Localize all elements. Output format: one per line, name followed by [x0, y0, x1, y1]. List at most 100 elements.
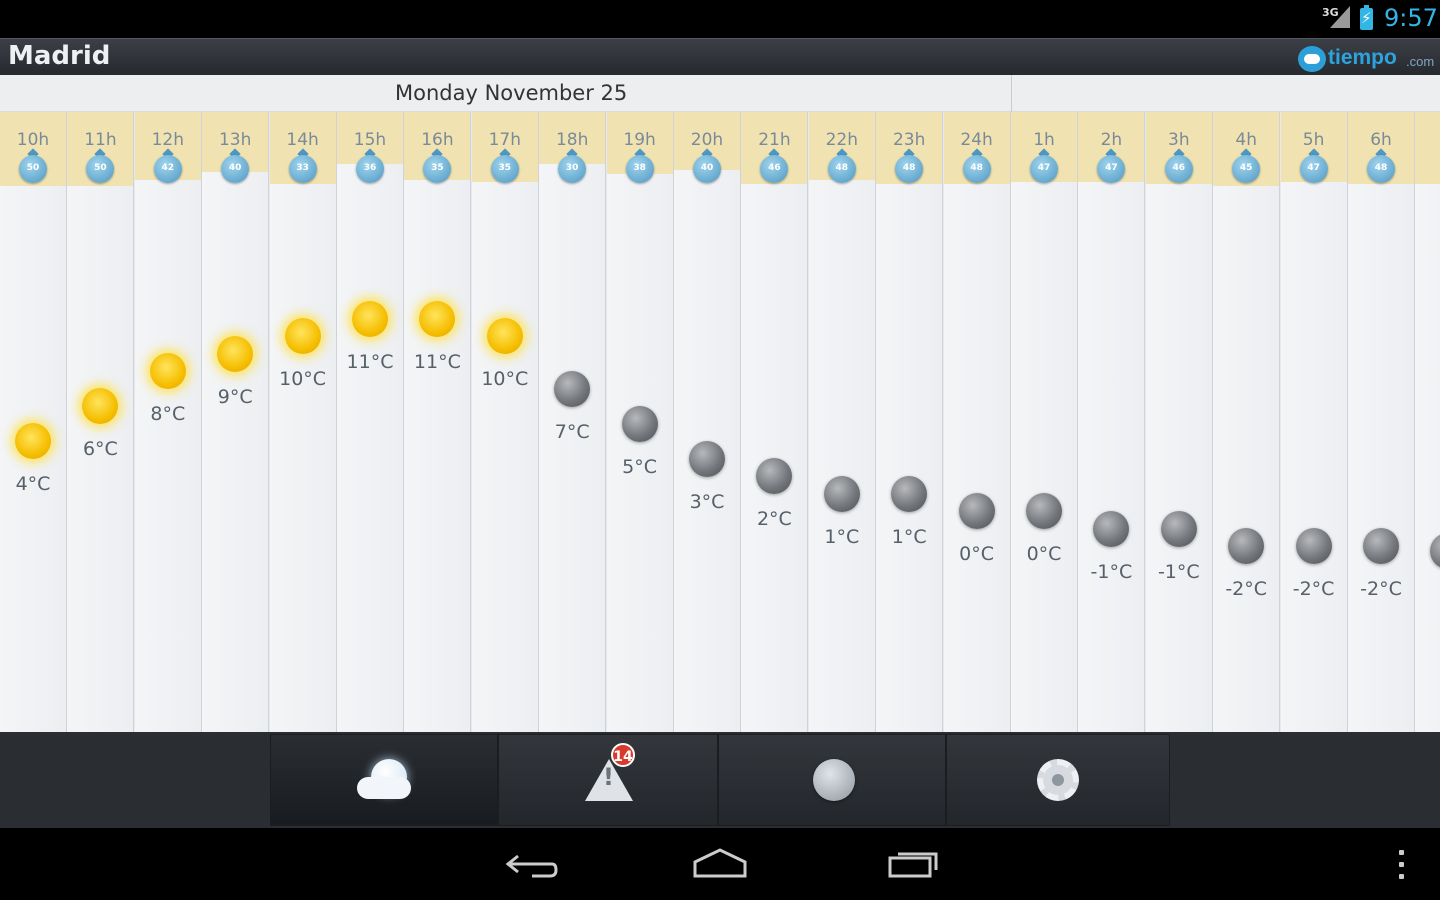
- sun-icon: [486, 318, 523, 354]
- forecast-column[interactable]: 6h 48 -2°C: [1348, 112, 1415, 732]
- wind-direction-icon: 47: [1299, 148, 1328, 183]
- home-icon[interactable]: [690, 844, 750, 884]
- alerts-badge: 14: [611, 743, 635, 767]
- tab-weather[interactable]: [270, 734, 498, 826]
- moon-icon: [1228, 528, 1265, 564]
- hourly-forecast[interactable]: 10h 50 4°C 11h 50 6°C 12h 42 8°C 13h 40 9°C 14h 33 10°…: [0, 112, 1440, 732]
- cloud-icon: [357, 759, 411, 803]
- date-bar: Monday November 25: [0, 75, 1440, 112]
- forecast-column[interactable]: 12h 42 8°C: [134, 112, 202, 732]
- forecast-column[interactable]: 18h 30 7°C: [539, 112, 607, 732]
- warning-exclamation-icon: !: [603, 763, 614, 791]
- status-bar: 3G ⚡ 9:57: [0, 0, 1440, 38]
- logo-cloud-icon: [1298, 46, 1326, 72]
- wind-direction-icon: 48: [827, 148, 856, 183]
- charging-icon: ⚡: [1361, 9, 1372, 27]
- forecast-column[interactable]: 22h 48 1°C: [808, 112, 876, 732]
- tab-alerts[interactable]: ! 14: [498, 734, 718, 826]
- forecast-column[interactable]: 4h 45 -2°C: [1213, 112, 1281, 732]
- system-nav-bar: [0, 828, 1440, 900]
- city-name[interactable]: Madrid: [8, 41, 110, 71]
- forecast-column[interactable]: 14h 33 10°C: [269, 112, 337, 732]
- forecast-date: Monday November 25: [395, 81, 628, 105]
- wind-speed: 38: [633, 163, 646, 173]
- status-clock: 9:57: [1384, 4, 1438, 32]
- forecast-column[interactable]: 13h 40 9°C: [202, 112, 270, 732]
- forecast-temperature: 4°C: [15, 473, 51, 495]
- forecast-column[interactable]: 16h 35 11°C: [404, 112, 472, 732]
- forecast-hour: 16h: [421, 130, 454, 150]
- forecast-temperature: 10°C: [481, 368, 529, 390]
- wind-speed: 47: [1037, 163, 1051, 173]
- wind-direction-icon: 45: [1232, 148, 1261, 183]
- forecast-column[interactable]: 15h 36 11°C: [337, 112, 404, 732]
- day-divider: [1011, 75, 1012, 112]
- wind-direction-icon: 47: [1097, 148, 1126, 183]
- sun-icon: [82, 388, 119, 424]
- forecast-temperature: 6°C: [82, 438, 118, 460]
- forecast-hour: 4h: [1235, 130, 1257, 150]
- forecast-temperature: 7°C: [554, 420, 590, 443]
- forecast-column[interactable]: 23h 48 1°C: [876, 112, 944, 732]
- wind-speed: 42: [161, 163, 175, 173]
- wind-direction-icon: 33: [288, 148, 317, 183]
- sun-icon: [419, 300, 456, 337]
- moon-icon: [621, 405, 658, 442]
- forecast-column[interactable]: 19h 38 5°C: [606, 112, 674, 732]
- recents-icon[interactable]: [884, 844, 944, 884]
- app-title-bar: Madrid tiempo .com: [0, 38, 1440, 75]
- forecast-column[interactable]: 20h 40 3°C: [674, 112, 741, 732]
- wind-speed: 48: [835, 163, 849, 173]
- moon-icon: [1295, 528, 1332, 564]
- sun-icon: [217, 335, 254, 372]
- globe-icon: [813, 759, 855, 801]
- forecast-hour: 11h: [84, 130, 117, 150]
- forecast-column[interactable]: 10h 50 4°C: [0, 112, 67, 732]
- forecast-column[interactable]: -: [1415, 112, 1440, 732]
- wind-band: [1415, 112, 1440, 184]
- wind-speed: 30: [565, 163, 579, 173]
- moon-icon: [1026, 493, 1062, 529]
- moon-icon: [1160, 510, 1197, 547]
- wind-direction-icon: 46: [1164, 148, 1193, 183]
- sun-icon: [15, 423, 51, 459]
- wind-speed: 45: [1239, 163, 1253, 173]
- moon-icon: [1430, 533, 1440, 570]
- wind-direction-icon: 35: [490, 148, 519, 183]
- wind-speed: 33: [296, 163, 309, 173]
- forecast-hour: 21h: [758, 130, 791, 150]
- wind-direction-icon: 47: [1030, 148, 1058, 183]
- forecast-hour: 12h: [151, 130, 184, 150]
- wind-direction-icon: 40: [221, 148, 250, 183]
- moon-icon: [1093, 510, 1130, 547]
- forecast-column[interactable]: 3h 46 -1°C: [1145, 112, 1213, 732]
- forecast-column[interactable]: 1h 47 0°C: [1011, 112, 1078, 732]
- back-icon[interactable]: [500, 844, 560, 884]
- wind-direction-icon: 35: [423, 148, 452, 183]
- moon-icon: [891, 475, 928, 512]
- wind-direction-icon: 50: [86, 148, 115, 183]
- wind-direction-icon: 48: [962, 148, 991, 183]
- signal-icon: [1330, 6, 1350, 28]
- forecast-column[interactable]: 24h 48 0°C: [943, 112, 1011, 732]
- forecast-temperature: -: [1405, 583, 1440, 605]
- forecast-column[interactable]: 2h 47 -1°C: [1078, 112, 1146, 732]
- overflow-menu-icon[interactable]: [1392, 850, 1412, 882]
- logo-brand: tiempo: [1328, 46, 1397, 69]
- sun-icon: [284, 318, 321, 354]
- forecast-hour: 3h: [1168, 130, 1190, 150]
- wind-speed: 36: [363, 163, 377, 173]
- moon-icon: [689, 440, 725, 477]
- forecast-hour: 23h: [892, 130, 926, 150]
- wind-speed: 40: [700, 163, 714, 173]
- forecast-hour: 13h: [218, 130, 252, 150]
- forecast-column[interactable]: 5h 47 -2°C: [1280, 112, 1348, 732]
- forecast-hour: 22h: [825, 130, 858, 150]
- tab-settings[interactable]: [946, 734, 1170, 826]
- wind-direction-icon: 48: [895, 148, 924, 183]
- forecast-column[interactable]: 21h 46 2°C: [741, 112, 809, 732]
- tab-map[interactable]: [718, 734, 946, 826]
- wind-speed: 40: [228, 163, 242, 173]
- wind-direction-icon: 50: [19, 148, 47, 183]
- wind-speed: 48: [1374, 163, 1388, 173]
